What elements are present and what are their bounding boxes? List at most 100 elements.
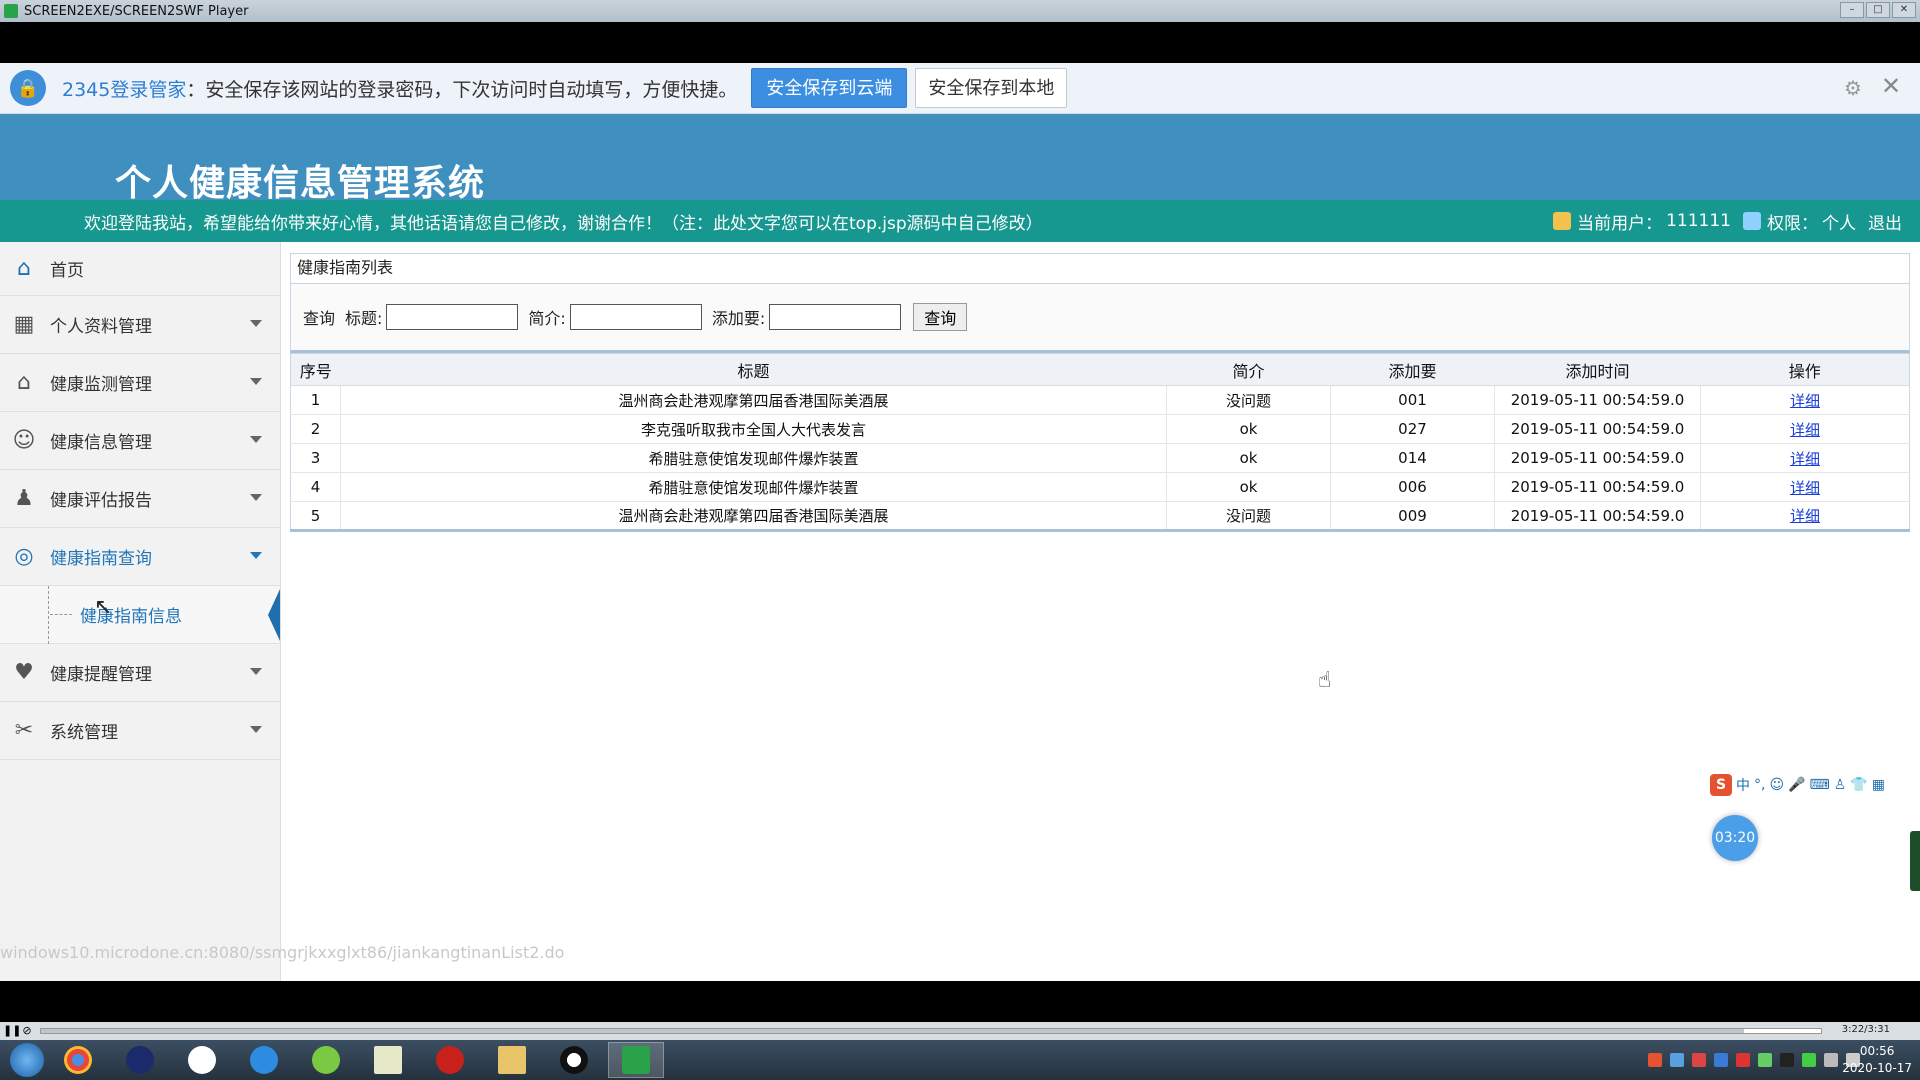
- punctuation-icon[interactable]: °,: [1754, 777, 1765, 793]
- start-button[interactable]: [10, 1043, 44, 1077]
- title-label: 标题:: [345, 309, 383, 328]
- pause-icon[interactable]: ❚❚: [3, 1024, 21, 1038]
- tray-icon[interactable]: [1736, 1053, 1750, 1067]
- cell-time: 2019-05-11 00:54:59.0: [1494, 501, 1701, 531]
- cell-intro: 没问题: [1166, 501, 1331, 531]
- timer-bubble[interactable]: 03:20: [1712, 815, 1758, 861]
- chevron-down-icon: [250, 668, 262, 675]
- clock-date: 2020-10-17: [1842, 1061, 1912, 1075]
- adder-input[interactable]: [769, 304, 902, 330]
- maximize-button[interactable]: □: [1866, 2, 1890, 18]
- qq-tray-icon[interactable]: [1780, 1053, 1794, 1067]
- role-value: 个人: [1822, 213, 1856, 234]
- chevron-down-icon: [250, 436, 262, 443]
- sidebar-item-label: 首页: [50, 261, 84, 281]
- battery-icon[interactable]: [1802, 1053, 1816, 1067]
- title-input[interactable]: [386, 304, 519, 330]
- tree-line: [48, 586, 49, 644]
- network-icon[interactable]: [1758, 1053, 1772, 1067]
- volume-icon[interactable]: [1824, 1053, 1838, 1067]
- player-app-icon: [4, 4, 18, 18]
- panel-title: 健康指南列表: [290, 253, 1910, 283]
- chevron-down-icon: [250, 726, 262, 733]
- save-locally-button[interactable]: 安全保存到本地: [915, 68, 1068, 108]
- cell-action: 详细: [1700, 501, 1910, 531]
- logout-link[interactable]: 退出: [1868, 209, 1902, 234]
- table-row: 4 希腊驻意使馆发现邮件爆炸装置 ok 006 2019-05-11 00:54:59.…: [290, 472, 1910, 502]
- sidebar-item-system[interactable]: ✂ 系统管理: [0, 702, 280, 760]
- taskbar-app[interactable]: [112, 1042, 168, 1078]
- cell-intro: ok: [1166, 414, 1331, 444]
- shield-icon[interactable]: [1714, 1053, 1728, 1067]
- chevron-down-icon: [250, 378, 262, 385]
- sidebar-item-label: 健康评估报告: [50, 491, 152, 511]
- cell-action: 详细: [1700, 443, 1910, 473]
- taskbar-qq[interactable]: [546, 1042, 602, 1078]
- query-button[interactable]: 查询: [913, 303, 968, 331]
- apps-icon[interactable]: ▦: [1872, 777, 1885, 793]
- emoji-icon[interactable]: ☺: [1769, 777, 1784, 793]
- detail-link[interactable]: 详细: [1790, 392, 1820, 410]
- gear-icon[interactable]: ⚙: [1842, 77, 1864, 99]
- sidebar-subitem-guide-info[interactable]: 健康指南信息: [0, 586, 280, 644]
- taskbar-explorer[interactable]: [484, 1042, 540, 1078]
- sidebar-item-profile[interactable]: ▦ 个人资料管理: [0, 296, 280, 354]
- welcome-bar: 欢迎登陆我站，希望能给你带来好心情，其他话语请您自己修改，谢谢合作！（注：此处文…: [0, 200, 1920, 242]
- cell-adder: 027: [1330, 414, 1495, 444]
- taskbar-player[interactable]: [608, 1042, 664, 1078]
- player-controls: ❚❚ ⊘ 3:22/3:31: [0, 1022, 1920, 1040]
- mic-icon[interactable]: 🎤: [1788, 777, 1805, 793]
- clock[interactable]: 00:56 2020-10-17: [1842, 1043, 1912, 1077]
- user-icon[interactable]: ♙: [1834, 777, 1847, 793]
- close-icon[interactable]: ✕: [1880, 74, 1902, 98]
- tray-icon[interactable]: [1670, 1053, 1684, 1067]
- taskbar: 00:56 2020-10-17: [0, 1040, 1920, 1080]
- taskbar-document[interactable]: [360, 1042, 416, 1078]
- taskbar-leaf[interactable]: [298, 1042, 354, 1078]
- recorded-screen: 🔒 2345登录管家 ：安全保存该网站的登录密码，下次访问时自动填写，方便快捷。…: [0, 63, 1920, 981]
- side-handle[interactable]: [1910, 831, 1920, 891]
- detail-link[interactable]: 详细: [1790, 507, 1820, 525]
- progress-track[interactable]: [40, 1028, 1822, 1034]
- sidebar-item-health-info[interactable]: ☺ 健康信息管理: [0, 412, 280, 470]
- taskbar-browser[interactable]: [236, 1042, 292, 1078]
- ime-language[interactable]: 中: [1736, 775, 1750, 795]
- sidebar-item-home[interactable]: ⌂ 首页: [0, 242, 280, 296]
- sogou-tray-icon[interactable]: [1648, 1053, 1662, 1067]
- sidebar-item-assessment[interactable]: ♟ 健康评估报告: [0, 470, 280, 528]
- taskbar-flash[interactable]: [422, 1042, 478, 1078]
- intro-label: 简介:: [528, 309, 566, 328]
- sidebar-item-guide[interactable]: ◎ 健康指南查询: [0, 528, 280, 586]
- player-icon: [622, 1046, 650, 1074]
- main-content: 健康指南列表 查询 标题: 简介: 添加要: 查询 序号 标题 简介 添加要 添…: [290, 253, 1910, 532]
- detail-link[interactable]: 详细: [1790, 421, 1820, 439]
- stop-icon[interactable]: ⊘: [20, 1024, 34, 1038]
- detail-link[interactable]: 详细: [1790, 450, 1820, 468]
- taskbar-chrome[interactable]: [50, 1042, 106, 1078]
- active-indicator: [268, 589, 280, 641]
- sidebar-item-reminder[interactable]: ♥ 健康提醒管理: [0, 644, 280, 702]
- sidebar-item-label: 健康提醒管理: [50, 665, 152, 685]
- password-manager-brand[interactable]: 2345登录管家: [62, 75, 186, 102]
- table-row: 1 温州商会赴港观摩第四届香港国际美酒展 没问题 001 2019-05-11 00:5…: [290, 385, 1910, 415]
- skin-icon[interactable]: 👕: [1850, 777, 1867, 793]
- cloud-icon: [188, 1046, 216, 1074]
- welcome-text: 欢迎登陆我站，希望能给你带来好心情，其他话语请您自己修改，谢谢合作！（注：此处文…: [84, 213, 1043, 234]
- sogou-icon[interactable]: S: [1710, 774, 1732, 796]
- ime-toolbar[interactable]: S 中 °, ☺ 🎤 ⌨ ♙ 👕 ▦: [1710, 774, 1885, 796]
- sidebar-item-monitoring[interactable]: ⌂ 健康监测管理: [0, 354, 280, 412]
- user-info: 当前用户： 111111 权限： 个人 退出: [1553, 209, 1902, 234]
- detail-link[interactable]: 详细: [1790, 479, 1820, 497]
- intro-input[interactable]: [569, 304, 702, 330]
- heart-icon: ♥: [14, 659, 34, 685]
- taskbar-baidu[interactable]: [174, 1042, 230, 1078]
- cell-adder: 014: [1330, 443, 1495, 473]
- document-icon: [374, 1046, 402, 1074]
- tray-icon[interactable]: [1692, 1053, 1706, 1067]
- minimize-button[interactable]: –: [1840, 2, 1864, 18]
- keyboard-icon[interactable]: ⌨: [1810, 777, 1830, 793]
- close-window-button[interactable]: ✕: [1892, 2, 1916, 18]
- save-to-cloud-button[interactable]: 安全保存到云端: [751, 68, 908, 108]
- column-header: 简介: [1166, 353, 1331, 386]
- query-label: 查询: [303, 309, 336, 328]
